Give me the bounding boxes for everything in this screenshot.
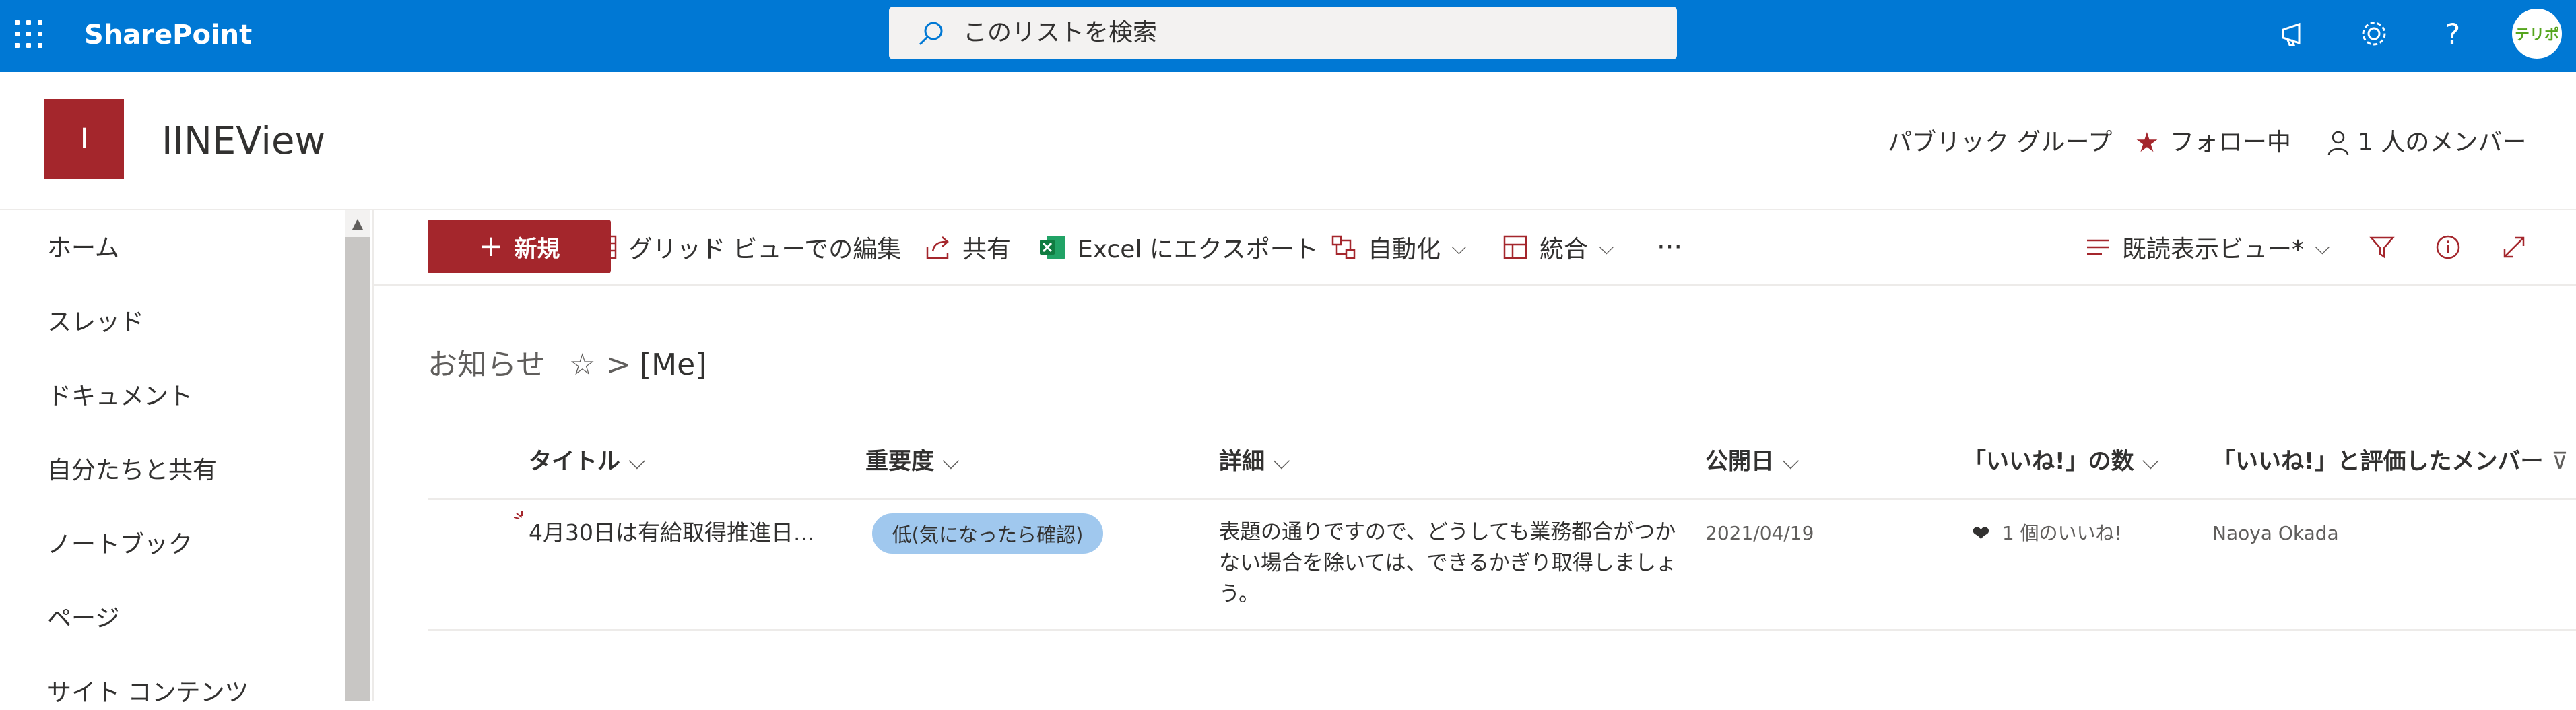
view-switcher[interactable]: 既読表示ビュー* ⌵ [2084,226,2330,268]
scroll-thumb[interactable] [345,237,370,701]
row-divider [428,629,2576,631]
column-header-label: 重要度 [865,448,934,475]
item-title-link[interactable]: 4月30日は有給取得推進日... [529,517,814,548]
search-box[interactable]: このリストを検索 [889,7,1677,59]
chevron-down-icon: ⌵ [2142,448,2160,475]
nav-item-shared-with-us[interactable]: 自分たちと共有 [47,454,217,488]
person-icon [2327,131,2349,156]
star-filled-icon: ★ [2135,127,2159,158]
excel-icon [1040,236,1065,259]
megaphone-icon[interactable] [2275,13,2315,54]
left-navigation: ホーム スレッド ドキュメント 自分たちと共有 ノートブック ページ サイト コ… [0,210,374,707]
liked-by-member[interactable]: Naoya Okada [2212,519,2339,548]
suite-bar: SharePoint このリストを検索 ? テリポ [0,0,2576,72]
site-title[interactable]: IINEView [162,118,325,165]
plus-icon: + [478,229,504,263]
user-avatar[interactable]: テリポ [2510,7,2564,61]
grid-icon [591,235,617,259]
nav-item-site-contents[interactable]: サイト コンテンツ [47,676,249,710]
column-header-label: 詳細 [1219,448,1265,475]
filter-icon [2369,236,2395,259]
detail-line-2: ない場合を除いては、できるかぎり取得しましょ [1219,551,1677,575]
column-header-label: 「いいね!」と評価したメンバー [2212,448,2544,475]
chevron-down-icon: ⌵ [1273,448,1290,475]
info-button[interactable] [2435,226,2462,268]
nav-scrollbar[interactable]: ▲ [345,210,370,701]
like-count-label: 1 個のいいね! [2002,522,2122,544]
info-icon [2436,235,2460,259]
new-button-label: 新規 [514,235,560,263]
integrate-label: 統合 [1540,236,1589,263]
heart-icon: ❤ [1972,521,1990,546]
scroll-up-arrow-icon[interactable]: ▲ [345,210,370,237]
column-header-title[interactable]: タイトル ⌵ [529,445,646,478]
new-button[interactable]: + 新規 [428,220,611,273]
breadcrumb-list-name[interactable]: お知らせ [428,345,546,385]
export-excel-label: Excel にエクスポート [1078,236,1319,263]
chevron-down-icon: ⌵ [1782,448,1799,475]
detail-line-3: う。 [1219,582,1260,606]
group-type-label: パブリック グループ [1888,129,2113,156]
nav-item-pages[interactable]: ページ [47,602,119,636]
new-item-icon [514,511,523,519]
favorite-star-icon[interactable]: ☆ [569,345,595,385]
expand-icon [2503,236,2525,258]
automate-label: 自動化 [1368,236,1441,263]
share-icon [926,236,949,259]
chevron-down-icon: ⌵ [1599,235,1614,259]
priority-badge: 低(気になったら確認) [872,513,1103,554]
column-header-priority[interactable]: 重要度 ⌵ [865,445,960,478]
grid-edit-button[interactable]: グリッド ビューでの編集 [591,226,901,268]
command-bar: + 新規 グリッド ビューでの編集 共有 Excel にエクスポート 自動化 ⌵… [374,210,2576,286]
detail-line-1: 表題の通りですので、どうしても業務都合がつか [1219,520,1676,544]
nav-item-threads[interactable]: スレッド [47,306,144,340]
view-list-icon [2087,239,2109,255]
filter-icon: ⊽ [2551,448,2569,475]
follow-button[interactable]: ★ フォロー中 [2135,126,2291,160]
column-header-liked-by[interactable]: 「いいね!」と評価したメンバー ⊽ [2212,445,2568,478]
like-count-button[interactable]: ❤ 1 個のいいね! [1972,519,2122,548]
integrate-icon [1503,235,1527,259]
breadcrumb-view-name: [Me] [640,348,707,382]
expand-button[interactable] [2501,226,2528,268]
sharepoint-brand[interactable]: SharePoint [84,16,252,54]
chevron-down-icon: ⌵ [628,448,646,475]
members-label: 1 人のメンバー [2358,129,2527,156]
breadcrumb-separator: > [606,348,631,382]
header-divider [428,498,2576,500]
column-header-label: タイトル [529,448,620,475]
export-excel-button[interactable]: Excel にエクスポート [1038,226,1319,268]
column-header-detail[interactable]: 詳細 ⌵ [1219,445,1290,478]
app-launcher-icon[interactable] [15,20,43,49]
chevron-down-icon: ⌵ [2315,235,2330,259]
site-header: I IINEView パブリック グループ ★ フォロー中 1 人のメンバー [0,72,2576,210]
share-label: 共有 [962,236,1012,263]
follow-label: フォロー中 [2169,129,2291,156]
nav-item-home[interactable]: ホーム [47,232,119,265]
column-header-publish-date[interactable]: 公開日 ⌵ [1705,445,1799,478]
filter-button[interactable] [2369,226,2396,268]
column-header-label: 「いいね!」の数 [1963,448,2134,475]
share-button[interactable]: 共有 [925,226,1011,268]
grid-edit-label: グリッド ビューでの編集 [628,236,902,263]
automate-button[interactable]: 自動化 ⌵ [1330,226,1467,268]
nav-item-notebook[interactable]: ノートブック [47,528,193,562]
chevron-down-icon: ⌵ [1451,235,1467,259]
members-button[interactable]: 1 人のメンバー [2327,126,2526,160]
settings-gear-icon[interactable] [2354,13,2394,54]
view-name-label: 既読表示ビュー* [2122,236,2305,263]
integrate-button[interactable]: 統合 ⌵ [1502,226,1614,268]
help-icon[interactable]: ? [2433,13,2473,54]
search-placeholder: このリストを検索 [963,19,1158,46]
publish-date: 2021/04/19 [1705,522,1814,544]
site-logo[interactable]: I [44,99,124,179]
more-commands-button[interactable]: ··· [1657,226,1682,268]
nav-item-documents[interactable]: ドキュメント [47,380,193,414]
column-header-label: 公開日 [1705,448,1774,475]
chevron-down-icon: ⌵ [942,448,960,475]
automate-icon [1331,235,1356,259]
search-icon [919,22,943,46]
column-header-like-count[interactable]: 「いいね!」の数 ⌵ [1963,445,2159,478]
